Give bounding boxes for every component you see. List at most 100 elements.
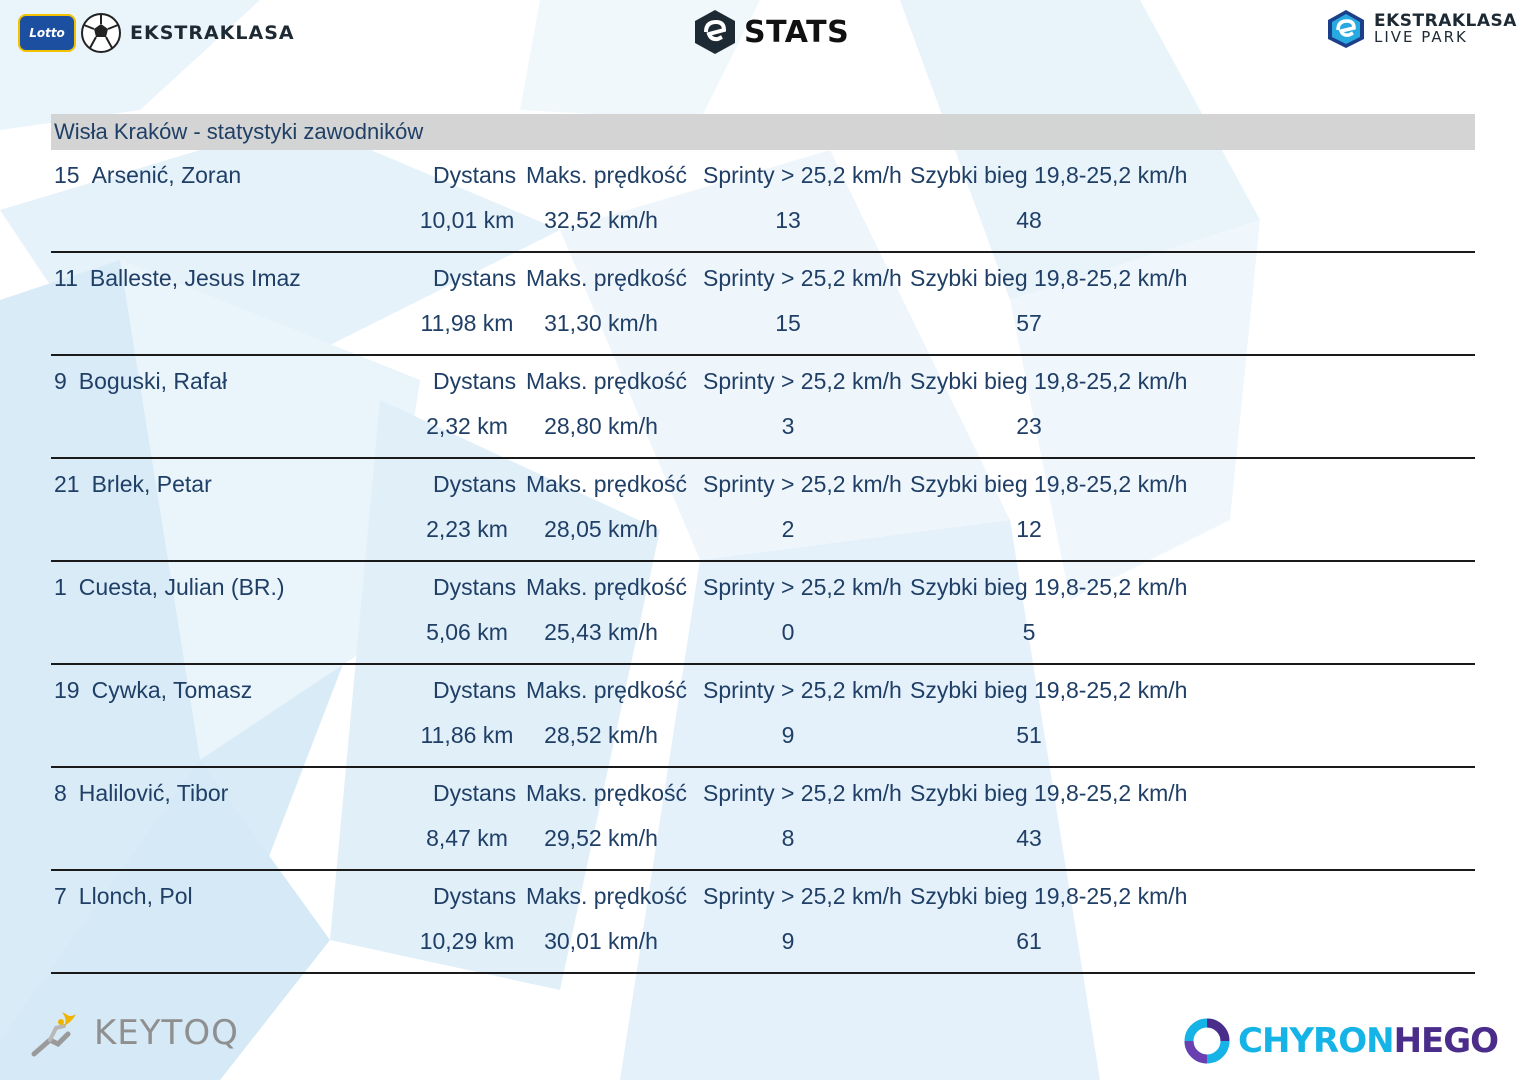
player-row: 19 Cywka, Tomasz Dystans Maks. prędkość Spri… <box>51 665 1475 768</box>
player-name-cell: 15 Arsenić, Zoran <box>54 162 241 189</box>
distance-value: 11,86 km <box>420 722 514 748</box>
player-name: Halilović, Tibor <box>78 780 229 806</box>
keytoq-figure-icon <box>31 1012 76 1057</box>
sprints-value: 8 <box>781 825 795 851</box>
fast-run-value: 51 <box>1016 722 1042 748</box>
stats-text: STATS <box>744 14 850 50</box>
player-number: 11 <box>54 265 78 291</box>
player-name-cell: 21 Brlek, Petar <box>54 471 212 498</box>
lotto-text: Lotto <box>29 26 65 40</box>
player-number: 19 <box>54 677 80 703</box>
fast-run-label: Szybki bieg 19,8-25,2 km/h <box>910 574 1188 600</box>
keytoq-text: KEYTOQ <box>94 1013 239 1053</box>
chyronhego-text: CHYRONHEGO <box>1238 1021 1499 1061</box>
player-number: 1 <box>54 574 67 600</box>
max-speed-label: Maks. prędkość <box>526 368 688 394</box>
player-row: 9 Boguski, Rafał Dystans Maks. prędkość Spri… <box>51 356 1475 459</box>
distance-label: Dystans <box>433 368 517 394</box>
fast-run-label: Szybki bieg 19,8-25,2 km/h <box>910 162 1188 188</box>
fast-run-label: Szybki bieg 19,8-25,2 km/h <box>910 471 1188 497</box>
distance-value: 2,23 km <box>426 516 508 542</box>
sprints-label: Sprinty > 25,2 km/h <box>703 368 902 394</box>
ekstraklasa-e-icon <box>695 10 735 54</box>
fast-run-value: 48 <box>1016 207 1042 233</box>
chyron-text: CHYRON <box>1238 1021 1395 1061</box>
player-name-cell: 9 Boguski, Rafał <box>54 368 227 395</box>
distance-label: Dystans <box>433 883 517 909</box>
live-park-line2: LIVE PARK <box>1374 28 1468 46</box>
team-title-bar: Wisła Kraków - statystyki zawodników <box>51 114 1475 150</box>
sprints-value: 3 <box>781 413 795 439</box>
max-speed-value: 32,52 km/h <box>544 207 658 233</box>
sprints-label: Sprinty > 25,2 km/h <box>703 780 902 806</box>
max-speed-label: Maks. prędkość <box>526 574 688 600</box>
player-name-cell: 7 Llonch, Pol <box>54 883 193 910</box>
chyronhego-ring-icon <box>1184 1018 1230 1064</box>
max-speed-label: Maks. prędkość <box>526 677 688 703</box>
player-number: 15 <box>54 162 80 188</box>
sprints-value: 15 <box>775 310 801 336</box>
player-row: 7 Llonch, Pol Dystans Maks. prędkość Sprinty… <box>51 871 1475 974</box>
sprints-value: 0 <box>781 619 795 645</box>
fast-run-label: Szybki bieg 19,8-25,2 km/h <box>910 780 1188 806</box>
header: Lotto EKSTRAKLASA STATS EKSTRAKLASA LIVE… <box>0 0 1527 70</box>
distance-value: 10,29 km <box>419 928 515 954</box>
max-speed-value: 28,05 km/h <box>544 516 658 542</box>
soccer-ball-icon <box>81 13 121 53</box>
lotto-badge: Lotto <box>18 14 76 52</box>
player-number: 8 <box>54 780 67 806</box>
distance-value: 11,98 km <box>420 310 514 336</box>
fast-run-label: Szybki bieg 19,8-25,2 km/h <box>910 883 1188 909</box>
distance-value: 8,47 km <box>426 825 508 851</box>
hego-text: HEGO <box>1393 1021 1499 1061</box>
max-speed-label: Maks. prędkość <box>526 162 688 188</box>
fast-run-value: 23 <box>1016 413 1042 439</box>
fast-run-value: 5 <box>1022 619 1036 645</box>
distance-label: Dystans <box>433 574 517 600</box>
max-speed-value: 28,80 km/h <box>544 413 658 439</box>
player-name: Cuesta, Julian (BR.) <box>78 574 285 600</box>
player-name: Brlek, Petar <box>91 471 212 497</box>
player-row: 15 Arsenić, Zoran Dystans Maks. prędkość Spr… <box>51 150 1475 253</box>
distance-label: Dystans <box>433 471 517 497</box>
player-row: 21 Brlek, Petar Dystans Maks. prędkość Sprin… <box>51 459 1475 562</box>
distance-label: Dystans <box>433 265 517 291</box>
ekstraklasa-brand-text: EKSTRAKLASA <box>130 22 295 44</box>
player-number: 7 <box>54 883 67 909</box>
ekstraklasa-lotto-logo: Lotto EKSTRAKLASA <box>18 12 295 54</box>
chyronhego-logo: CHYRONHEGO <box>1182 1016 1499 1066</box>
max-speed-value: 30,01 km/h <box>544 928 658 954</box>
distance-label: Dystans <box>433 162 517 188</box>
live-park-line1: EKSTRAKLASA <box>1374 11 1517 31</box>
max-speed-label: Maks. prędkość <box>526 780 688 806</box>
player-row: 1 Cuesta, Julian (BR.) Dystans Maks. prędko… <box>51 562 1475 665</box>
fast-run-label: Szybki bieg 19,8-25,2 km/h <box>910 677 1188 703</box>
player-name: Arsenić, Zoran <box>91 162 242 188</box>
player-name: Balleste, Jesus Imaz <box>89 265 301 291</box>
player-number: 21 <box>54 471 80 497</box>
sprints-label: Sprinty > 25,2 km/h <box>703 883 902 909</box>
sprints-label: Sprinty > 25,2 km/h <box>703 471 902 497</box>
fast-run-value: 61 <box>1016 928 1042 954</box>
player-stats-table: Wisła Kraków - statystyki zawodników 15 A… <box>51 114 1475 974</box>
player-row: 8 Halilović, Tibor Dystans Maks. prędkość Sp… <box>51 768 1475 871</box>
team-title: Wisła Kraków - statystyki zawodników <box>54 119 424 144</box>
sprints-value: 9 <box>781 722 795 748</box>
sprints-value: 13 <box>775 207 801 233</box>
player-name-cell: 8 Halilović, Tibor <box>54 780 228 807</box>
sprints-label: Sprinty > 25,2 km/h <box>703 574 902 600</box>
sprints-label: Sprinty > 25,2 km/h <box>703 265 902 291</box>
distance-value: 2,32 km <box>426 413 508 439</box>
max-speed-value: 29,52 km/h <box>544 825 658 851</box>
ekstraklasa-e-icon <box>1328 10 1364 48</box>
max-speed-label: Maks. prędkość <box>526 471 688 497</box>
sprints-value: 9 <box>781 928 795 954</box>
max-speed-label: Maks. prędkość <box>526 883 688 909</box>
max-speed-value: 25,43 km/h <box>544 619 658 645</box>
player-name: Cywka, Tomasz <box>91 677 253 703</box>
distance-label: Dystans <box>433 677 517 703</box>
distance-value: 10,01 km <box>419 207 515 233</box>
max-speed-label: Maks. prędkość <box>526 265 688 291</box>
ekstraklasa-live-park-logo: EKSTRAKLASA LIVE PARK <box>1326 8 1517 50</box>
fast-run-value: 12 <box>1016 516 1042 542</box>
